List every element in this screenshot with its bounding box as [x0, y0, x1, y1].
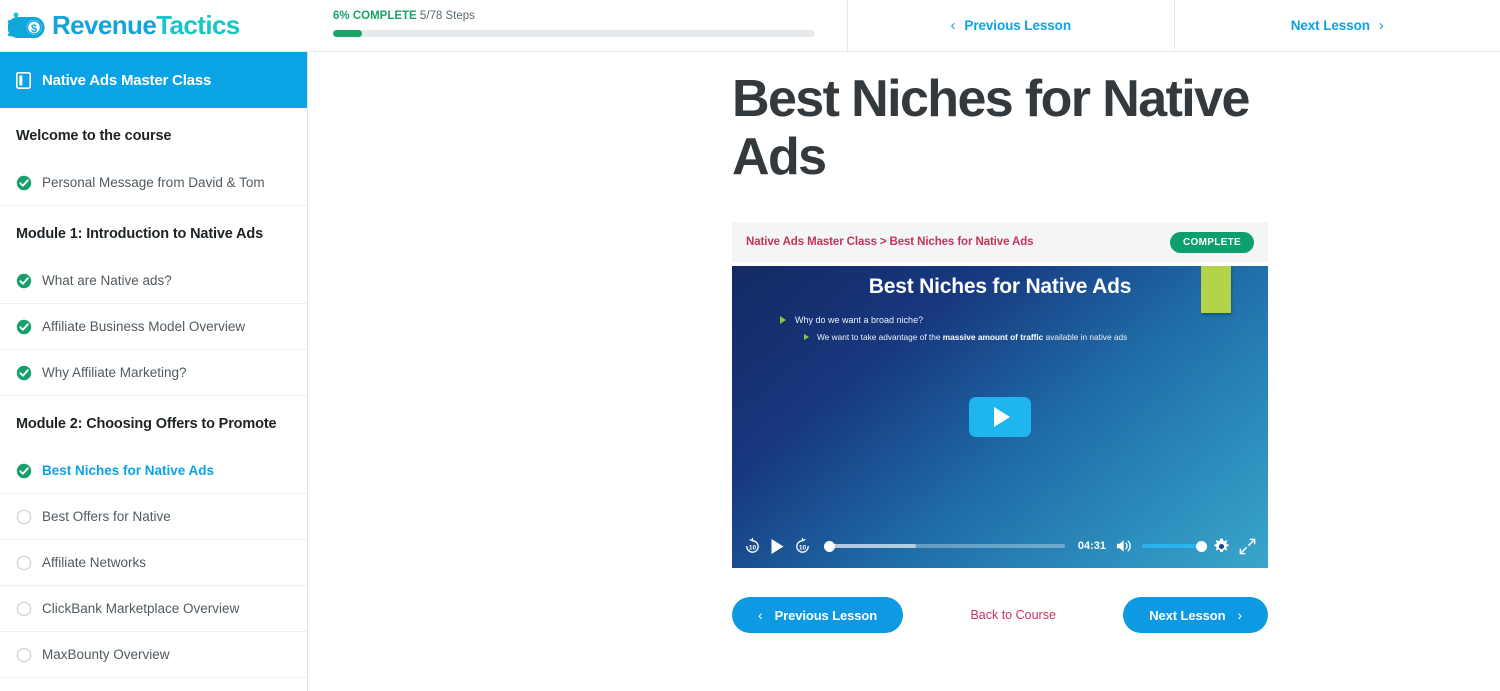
sidebar-lesson-label: Personal Message from David & Tom: [42, 175, 265, 190]
check-circle-icon: [16, 365, 32, 380]
slide-bullet-1: Why do we want a broad niche?: [780, 315, 1268, 325]
course-progress: 6% COMPLETE 5/78 Steps: [325, 0, 848, 51]
coin-dollar-icon: $: [8, 12, 45, 38]
sidebar-lesson-label: Best Offers for Native: [42, 509, 171, 524]
chevron-left-icon: ‹: [758, 607, 763, 624]
video-volume-handle[interactable]: [1196, 540, 1207, 552]
sidebar-lesson-item[interactable]: Why Affiliate Marketing?: [0, 350, 307, 396]
slide-bullet-2-bold: massive amount of traffic: [942, 332, 1044, 343]
video-volume-slider[interactable]: [1142, 540, 1207, 552]
video-time-remaining: 04:31: [1077, 540, 1106, 553]
sidebar-lesson-label: What are Native ads?: [42, 273, 172, 288]
breadcrumb-root-link[interactable]: Native Ads Master Class: [746, 236, 877, 248]
progress-percent-label: 6% COMPLETE: [333, 10, 417, 22]
slide-bullet-2-prefix: We want to take advantage of the: [817, 332, 943, 343]
empty-circle-icon: [16, 555, 32, 570]
top-previous-lesson-button[interactable]: ‹ Previous Lesson: [848, 0, 1175, 51]
brand-name-primary: Revenue: [52, 10, 157, 40]
book-icon: [16, 71, 31, 89]
sidebar-lesson-item[interactable]: What are Native ads?: [0, 258, 307, 304]
sidebar-lesson-item[interactable]: Affiliate Business Model Overview: [0, 304, 307, 350]
gear-icon[interactable]: [1213, 538, 1230, 555]
top-previous-lesson-label: Previous Lesson: [964, 18, 1071, 33]
video-seek-buffered: [824, 544, 916, 549]
sidebar-lesson-item[interactable]: Best Offers for Native: [0, 494, 307, 540]
video-seek-handle[interactable]: [824, 540, 835, 552]
slide-bullet-2-suffix: available in native ads: [1043, 332, 1128, 343]
sidebar-lesson-label: MaxBounty Overview: [42, 647, 170, 662]
sidebar-lesson-label: Best Niches for Native Ads: [42, 463, 215, 478]
sidebar-lesson-label: ClickBank Marketplace Overview: [42, 601, 240, 616]
progress-steps-label: 5/78 Steps: [419, 10, 475, 22]
progress-bar-fill: [333, 30, 362, 37]
top-next-lesson-label: Next Lesson: [1290, 18, 1370, 33]
check-circle-icon: [16, 273, 32, 288]
video-play-overlay-button[interactable]: [969, 397, 1031, 438]
slide-title: Best Niches for Native Ads: [868, 275, 1132, 299]
svg-text:10: 10: [749, 544, 757, 551]
slide-bullet-2: We want to take advantage of the massive…: [804, 332, 1268, 342]
page-title: Best Niches for Native Ads: [732, 70, 1250, 187]
video-player[interactable]: Best Niches for Native Ads Why do we wan…: [732, 266, 1268, 569]
sidebar-course-title: Native Ads Master Class: [42, 71, 212, 89]
sidebar-lesson-label: Affiliate Business Model Overview: [42, 319, 246, 334]
sidebar-header: Native Ads Master Class ‹: [0, 52, 307, 108]
slide-bullet-1-text: Why do we want a broad niche?: [795, 315, 924, 326]
status-badge: COMPLETE: [1170, 231, 1254, 253]
empty-circle-icon: [16, 647, 32, 662]
sidebar-lesson-item[interactable]: Best Niches for Native Ads: [0, 448, 307, 494]
sidebar-section-title: Welcome to the course: [16, 128, 172, 144]
play-icon[interactable]: [770, 538, 785, 555]
sidebar-section-title: Module 2: Choosing Offers to Promote: [16, 416, 277, 432]
progress-bar-track: [333, 30, 815, 37]
rewind-10-icon[interactable]: 10: [744, 537, 761, 555]
breadcrumb: Native Ads Master Class > Best Niches for …: [746, 236, 1034, 249]
check-circle-icon: [16, 463, 32, 478]
forward-10-icon[interactable]: 10: [794, 537, 811, 555]
empty-circle-icon: [16, 601, 32, 616]
sidebar-lesson-label: Affiliate Networks: [42, 555, 147, 570]
check-circle-icon: [16, 175, 32, 190]
play-icon: [994, 407, 1010, 428]
video-controls: 10 10 04:31: [732, 524, 1268, 568]
sidebar-lesson-label: Why Affiliate Marketing?: [42, 365, 187, 380]
brand-logo[interactable]: $ RevenueTactics: [0, 0, 325, 51]
previous-lesson-button[interactable]: ‹ Previous Lesson: [732, 597, 904, 634]
sidebar-lesson-item[interactable]: Personal Message from David & Tom: [0, 160, 307, 206]
breadcrumb-current-link[interactable]: Best Niches for Native Ads: [890, 236, 1034, 248]
slide-accent-block: [1201, 266, 1231, 314]
bottom-navigation: ‹ Previous Lesson Back to Course Next Le…: [732, 597, 1268, 634]
volume-on-icon[interactable]: [1115, 538, 1133, 554]
sidebar-lesson-item[interactable]: Affiliate Networks: [0, 540, 307, 586]
course-sidebar: Native Ads Master Class ‹ Welcome to the…: [0, 52, 308, 691]
empty-circle-icon: [16, 509, 32, 524]
chevron-left-icon: ‹: [950, 17, 956, 34]
next-lesson-button[interactable]: Next Lesson ›: [1123, 597, 1268, 634]
top-bar: $ RevenueTactics 6% COMPLETE 5/78 Steps …: [0, 0, 1500, 52]
fullscreen-icon[interactable]: [1239, 538, 1256, 555]
sidebar-collapse-button[interactable]: ‹: [291, 65, 307, 97]
sidebar-sections: Welcome to the course Personal Message fr…: [0, 108, 307, 691]
chevron-right-icon: ›: [1237, 607, 1242, 624]
main-content: Best Niches for Native Ads Native Ads Ma…: [308, 52, 1500, 691]
breadcrumb-separator: >: [879, 236, 887, 249]
slide-bullets: Why do we want a broad niche? We want to…: [732, 299, 1268, 342]
sidebar-section-title: Module 1: Introduction to Native Ads: [16, 226, 264, 242]
brand-name-secondary: Tactics: [156, 10, 240, 40]
triangle-bullet-icon: [780, 316, 786, 325]
next-lesson-label: Next Lesson: [1149, 607, 1226, 623]
svg-text:$: $: [31, 23, 37, 35]
chevron-right-icon: ›: [1378, 17, 1384, 34]
breadcrumb-bar: Native Ads Master Class > Best Niches for …: [732, 222, 1268, 263]
triangle-bullet-icon: [804, 334, 809, 341]
back-to-course-link[interactable]: Back to Course: [970, 608, 1055, 622]
sidebar-section-title: Module 3: Researching Your Audience: [0, 678, 307, 691]
sidebar-lesson-item[interactable]: MaxBounty Overview: [0, 632, 307, 678]
top-next-lesson-button[interactable]: Next Lesson ›: [1175, 0, 1500, 51]
svg-text:10: 10: [799, 544, 807, 551]
check-circle-icon: [16, 319, 32, 334]
previous-lesson-label: Previous Lesson: [774, 607, 878, 623]
sidebar-lesson-item[interactable]: ClickBank Marketplace Overview: [0, 586, 307, 632]
video-seek-bar[interactable]: [824, 540, 1065, 552]
